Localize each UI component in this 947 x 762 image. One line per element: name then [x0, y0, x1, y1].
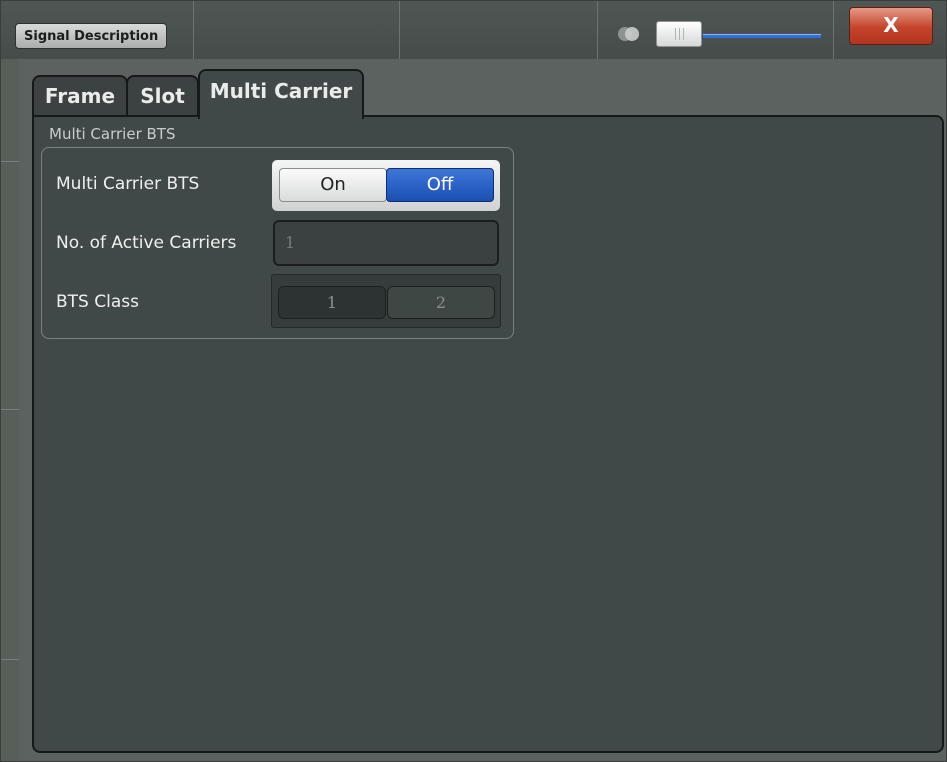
window-title: Signal Description [15, 23, 168, 49]
active-carriers-field[interactable]: 1 [273, 220, 499, 266]
transparency-slider-track[interactable] [703, 34, 821, 38]
bts-class-option-2[interactable]: 2 [387, 286, 495, 319]
multi-carrier-on-button[interactable]: On [279, 168, 387, 202]
multi-carrier-bts-label: Multi Carrier BTS [56, 174, 200, 194]
tab-frame[interactable]: Frame [32, 75, 128, 117]
title-bar: Signal Description X [1, 1, 946, 59]
multi-carrier-off-button[interactable]: Off [386, 168, 494, 202]
group-title: Multi Carrier BTS [49, 125, 176, 143]
bts-class-option-1[interactable]: 1 [278, 286, 386, 319]
active-carriers-label: No. of Active Carriers [56, 233, 237, 253]
tab-multi-carrier[interactable]: Multi Carrier [198, 69, 364, 119]
bts-class-label: BTS Class [56, 292, 139, 312]
transparency-slider-thumb[interactable] [656, 21, 702, 47]
tab-slot[interactable]: Slot [126, 75, 199, 117]
close-button[interactable]: X [849, 7, 933, 45]
signal-description-dialog: Signal Description X Frame Slot Multi Ca… [0, 0, 947, 762]
transparency-icon [618, 27, 639, 41]
bts-class-selector: 1 2 [271, 274, 501, 328]
left-edge [1, 59, 19, 761]
multi-carrier-bts-toggle: On Off [272, 160, 500, 211]
